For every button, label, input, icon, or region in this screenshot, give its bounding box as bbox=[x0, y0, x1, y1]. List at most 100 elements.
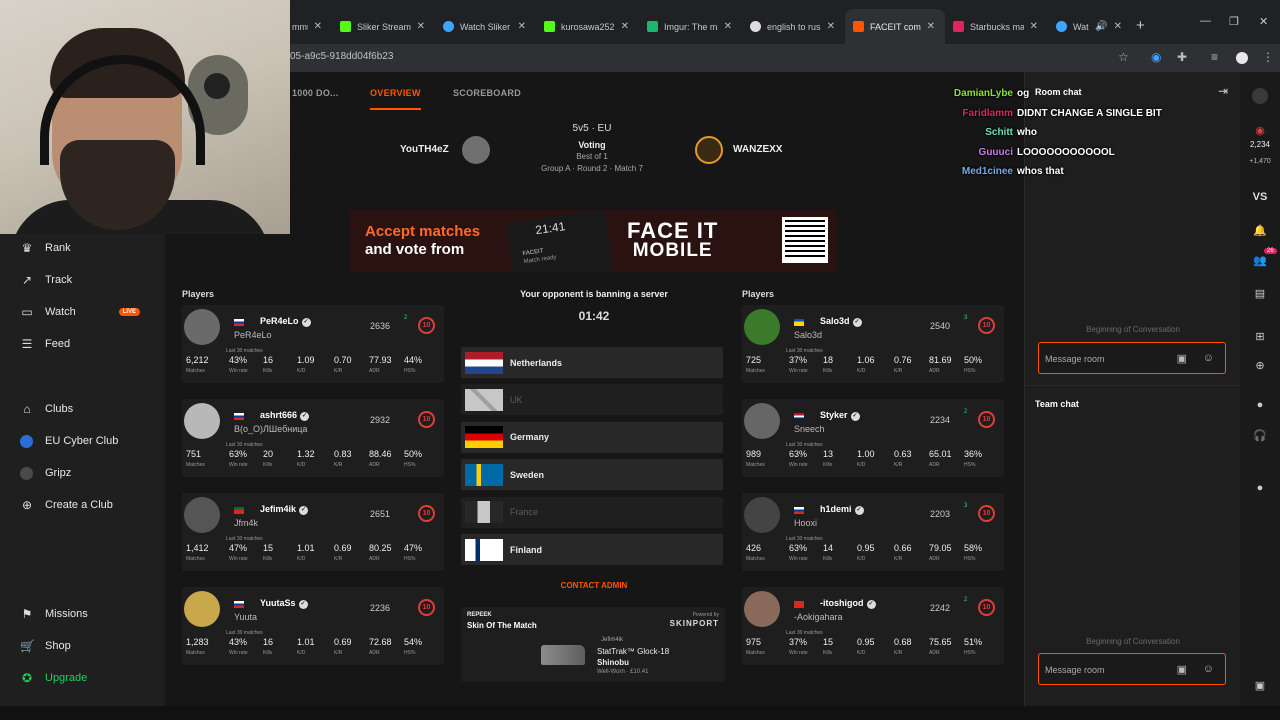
team-message-input[interactable]: Message room ▣ ☺ bbox=[1038, 653, 1226, 685]
sidebar-item-shop[interactable]: 🛒 Shop bbox=[20, 637, 150, 655]
sidebar-item-gripz[interactable]: Gripz bbox=[20, 464, 150, 482]
sidebar-item-upgrade[interactable]: ✪ Upgrade bbox=[20, 669, 150, 687]
menu-icon[interactable]: ⋮ bbox=[1262, 50, 1274, 64]
team-left-name[interactable]: YouTH4eZ bbox=[400, 144, 449, 155]
close-tab-icon[interactable]: ✕ bbox=[621, 21, 629, 32]
browser-tab[interactable]: english to russi ✕ bbox=[742, 9, 845, 44]
person2-icon[interactable]: ● bbox=[1240, 482, 1280, 494]
tab-overview[interactable]: OVERVIEW bbox=[370, 88, 421, 110]
stat-cell: 1.06 K/D bbox=[857, 355, 875, 374]
user-avatar[interactable] bbox=[1252, 88, 1268, 104]
sidebar-item-feed[interactable]: ☰ Feed bbox=[20, 335, 150, 353]
friends-icon[interactable]: 👥 bbox=[1240, 254, 1280, 267]
close-window-icon[interactable]: ✕ bbox=[1259, 15, 1268, 28]
player-avatar[interactable] bbox=[184, 497, 220, 533]
tab-scoreboard[interactable]: SCOREBOARD bbox=[453, 88, 521, 98]
room-message-input[interactable]: Message room ▣ ☺ bbox=[1038, 342, 1226, 374]
player-name[interactable]: YuutaSs ✓ bbox=[260, 598, 308, 609]
sidebar-item-rank[interactable]: ♛ Rank bbox=[20, 239, 150, 257]
media-icon[interactable]: ≡ bbox=[1211, 50, 1218, 64]
close-tab-icon[interactable]: ✕ bbox=[724, 21, 732, 32]
player-avatar[interactable] bbox=[744, 591, 780, 627]
browser-tab[interactable]: Watc 🔊 ✕ bbox=[1048, 9, 1132, 44]
browser-tab[interactable]: Sliker Stream - ✕ bbox=[332, 9, 435, 44]
emoji-icon[interactable]: ☺ bbox=[1203, 663, 1214, 675]
image-icon[interactable]: ▣ bbox=[1177, 352, 1187, 365]
sidebar-item-track[interactable]: ↗ Track bbox=[20, 271, 150, 289]
player-card[interactable]: Salo3d ✓ Salo3d 2540 3 10 Last 30 matches 725 Ma… bbox=[742, 305, 1004, 383]
close-tab-icon[interactable]: ✕ bbox=[1030, 21, 1038, 32]
sidebar-item-watch[interactable]: ▭ Watch LIVE bbox=[20, 303, 150, 321]
tab-1000-do[interactable]: 1000 DO... bbox=[292, 88, 339, 98]
puzzle-icon[interactable]: ✚ bbox=[1177, 50, 1187, 64]
contact-admin-link[interactable]: CONTACT ADMIN bbox=[461, 581, 727, 590]
chat-bubble-icon[interactable]: ▣ bbox=[1240, 679, 1280, 692]
record-icon[interactable]: ◉ bbox=[1240, 124, 1280, 137]
player-name[interactable]: Jefim4ik ✓ bbox=[260, 504, 309, 515]
minimize-icon[interactable]: — bbox=[1200, 15, 1211, 27]
player-card[interactable]: PeR4eLo ✓ PeR4eLo 2636 2 10 Last 30 matches 6,2… bbox=[182, 305, 444, 383]
mobile-app-banner[interactable]: Accept matches and vote from 21:41 FACEIT… bbox=[350, 210, 836, 272]
browser-tab[interactable]: Watch Sliker 20 ✕ bbox=[435, 9, 536, 44]
bookmark-star-icon[interactable]: ☆ bbox=[1118, 50, 1129, 64]
player-name[interactable]: Styker ✓ bbox=[820, 410, 860, 421]
server-finland[interactable]: Finland bbox=[461, 534, 723, 565]
player-avatar[interactable] bbox=[184, 403, 220, 439]
player-card[interactable]: h1demi ✓ Hooxi 2203 3 10 Last 30 matches 426 Mat… bbox=[742, 493, 1004, 571]
add-icon[interactable]: ⊕ bbox=[1240, 359, 1280, 372]
restore-icon[interactable]: ❐ bbox=[1229, 15, 1239, 28]
profile-avatar[interactable] bbox=[1236, 52, 1248, 64]
bell-icon[interactable]: 🔔 bbox=[1240, 224, 1280, 237]
audio-icon[interactable]: 🔊 bbox=[1095, 21, 1107, 32]
player-card[interactable]: YuutaSs ✓ Yuuta 2236 10 Last 30 matches 1,283 M… bbox=[182, 587, 444, 665]
player-name[interactable]: ashrt666 ✓ bbox=[260, 410, 310, 421]
player-name-text: Styker bbox=[820, 410, 848, 420]
sidebar-item-clubs[interactable]: ⌂ Clubs bbox=[20, 400, 150, 418]
sidebar-item-create-club[interactable]: ⊕ Create a Club bbox=[20, 496, 150, 514]
extension-icon[interactable]: ◉ bbox=[1151, 50, 1161, 64]
server-germany[interactable]: Germany bbox=[461, 421, 723, 453]
collapse-chat-icon[interactable]: ⇥ bbox=[1218, 84, 1228, 98]
player-avatar[interactable] bbox=[744, 309, 780, 345]
sidebar-item-missions[interactable]: ⚑ Missions bbox=[20, 605, 150, 623]
player-card[interactable]: ashrt666 ✓ В(о_О)ЛШебница 2932 10 Last 30 mat… bbox=[182, 399, 444, 477]
player-avatar[interactable] bbox=[744, 497, 780, 533]
url-text[interactable]: 05-a9c5-918dd04f6b23 bbox=[290, 51, 393, 62]
browser-tab[interactable]: Starbucks make ✕ bbox=[945, 9, 1048, 44]
team-right-name[interactable]: WANZEXX bbox=[733, 144, 782, 155]
close-tab-icon[interactable]: ✕ bbox=[827, 21, 835, 32]
vs-icon[interactable]: VS bbox=[1240, 191, 1280, 203]
party-icon[interactable]: ⊞ bbox=[1240, 330, 1280, 343]
player-card[interactable]: -itoshigod ✓ -Aokigahara 2242 2 10 Last 30 mat… bbox=[742, 587, 1004, 665]
skin-of-the-match[interactable]: REPEEK Skin Of The Match Powered by SKIN… bbox=[461, 607, 725, 682]
player-card[interactable]: Styker ✓ Sneech 2234 2 10 Last 30 matches 989 Ma… bbox=[742, 399, 1004, 477]
close-tab-icon[interactable]: ✕ bbox=[927, 21, 935, 32]
new-tab-icon[interactable]: + bbox=[1136, 17, 1145, 34]
browser-tab[interactable]: kurosawa2525 ✕ bbox=[536, 9, 639, 44]
image-icon[interactable]: ▣ bbox=[1177, 663, 1187, 676]
team-right-logo[interactable] bbox=[695, 136, 723, 164]
chat-icon[interactable]: ▤ bbox=[1240, 287, 1280, 300]
close-tab-icon[interactable]: ✕ bbox=[518, 21, 526, 32]
browser-tab[interactable]: Imgur: The mag ✕ bbox=[639, 9, 742, 44]
player-avatar[interactable] bbox=[184, 309, 220, 345]
team-left-logo[interactable] bbox=[462, 136, 490, 164]
person-icon[interactable]: ● bbox=[1240, 399, 1280, 411]
player-card[interactable]: Jefim4ik ✓ Jfm4k 2651 10 Last 30 matches 1,412… bbox=[182, 493, 444, 571]
server-sweden[interactable]: Sweden bbox=[461, 459, 723, 491]
server-netherlands[interactable]: Netherlands bbox=[461, 347, 723, 378]
headset-icon[interactable]: 🎧 bbox=[1240, 429, 1280, 442]
player-name[interactable]: PeR4eLo ✓ bbox=[260, 316, 311, 327]
sidebar-item-eu-cyber-club[interactable]: EU Cyber Club bbox=[20, 432, 150, 450]
close-tab-icon[interactable]: ✕ bbox=[1114, 21, 1122, 32]
browser-tab[interactable]: mmu ✕ bbox=[284, 9, 332, 44]
player-name[interactable]: Salo3d ✓ bbox=[820, 316, 862, 327]
player-name[interactable]: h1demi ✓ bbox=[820, 504, 864, 515]
close-tab-icon[interactable]: ✕ bbox=[314, 21, 322, 32]
close-tab-icon[interactable]: ✕ bbox=[417, 21, 425, 32]
browser-tab-active[interactable]: FACEIT compet ✕ bbox=[845, 9, 945, 44]
player-avatar[interactable] bbox=[744, 403, 780, 439]
player-name[interactable]: -itoshigod ✓ bbox=[820, 598, 876, 609]
emoji-icon[interactable]: ☺ bbox=[1203, 352, 1214, 364]
player-avatar[interactable] bbox=[184, 591, 220, 627]
